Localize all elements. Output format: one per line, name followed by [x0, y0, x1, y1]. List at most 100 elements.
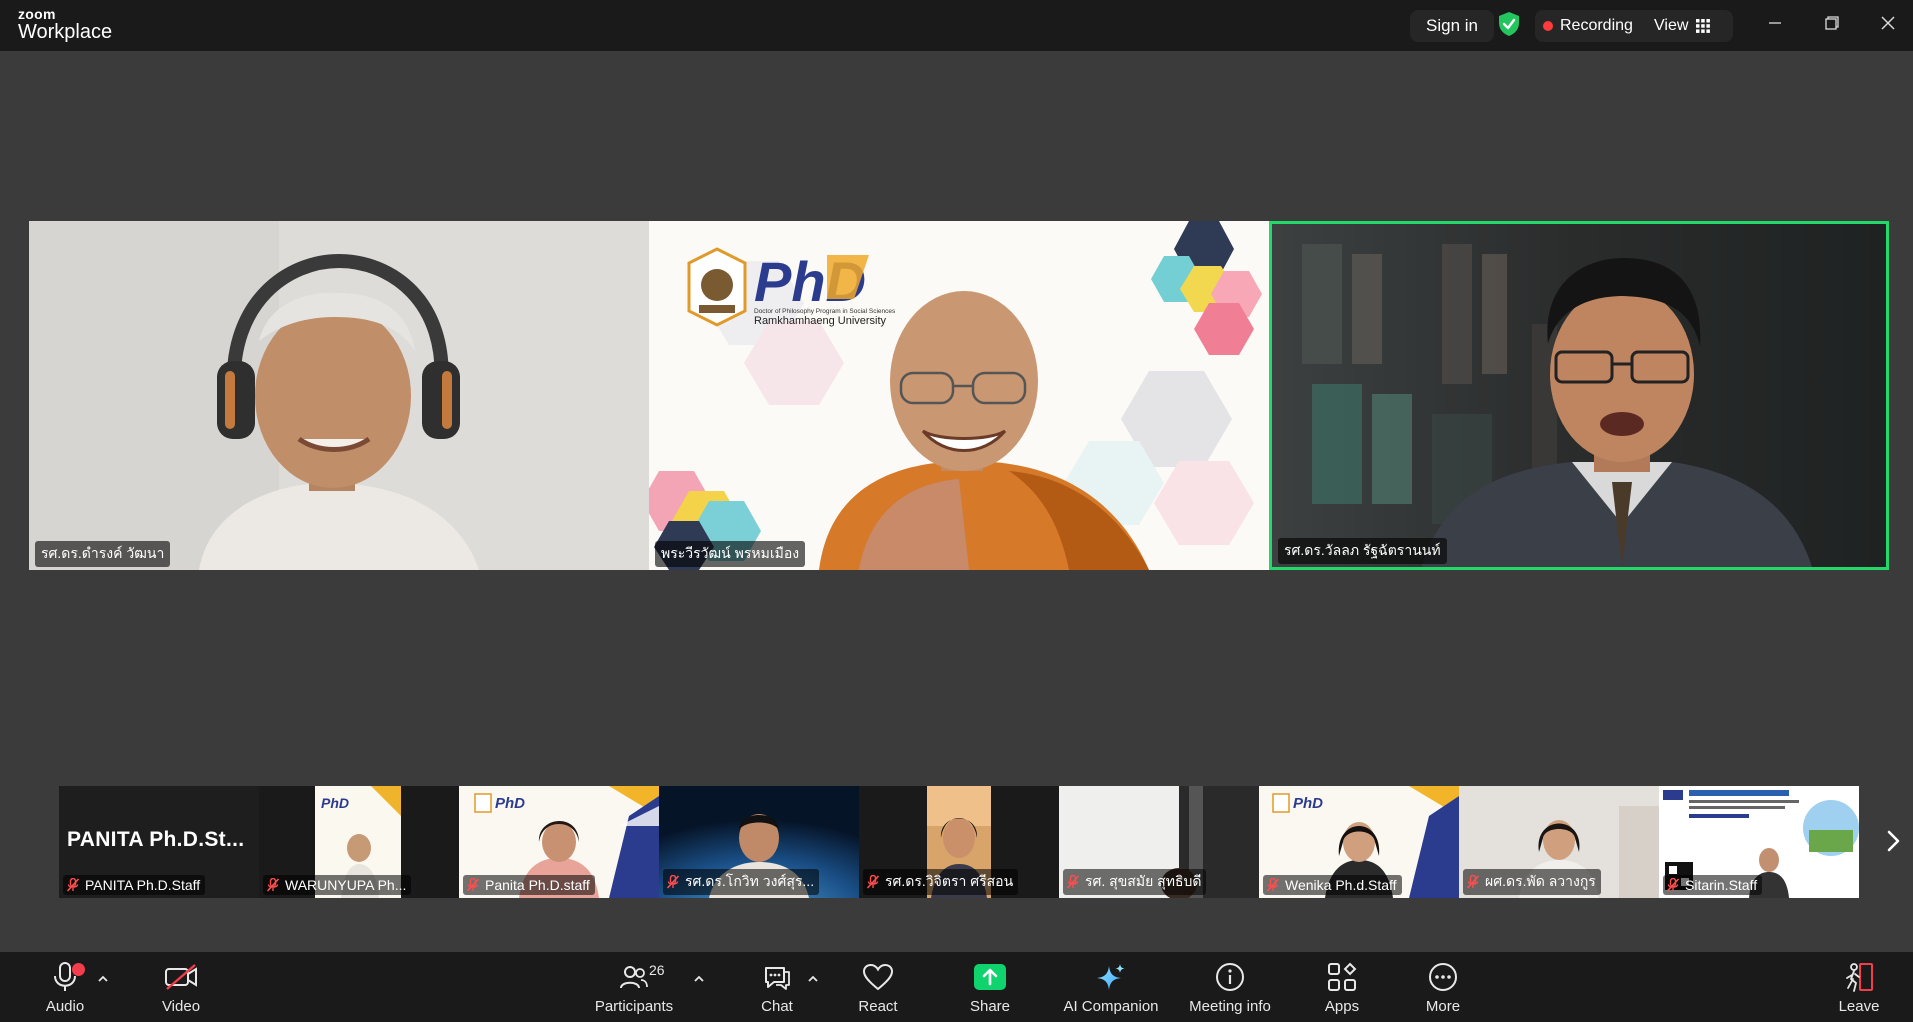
participant-name: ผศ.ดร.พัด ลวางกูร — [1485, 873, 1596, 889]
meeting-info-label: Meeting info — [1189, 998, 1271, 1015]
restore-icon[interactable] — [1815, 10, 1849, 36]
participant-name: รศ.ดร.โกวิท วงศ์สุร... — [685, 873, 815, 889]
participant-name-label: รศ.ดร.โกวิท วงศ์สุร... — [663, 869, 820, 895]
recording-label: Recording — [1560, 17, 1633, 34]
ai-companion-button[interactable]: AI Companion — [1059, 952, 1163, 1022]
leave-button[interactable]: Leave — [1834, 952, 1884, 1022]
recording-indicator[interactable]: Recording — [1543, 10, 1633, 42]
muted-mic-icon — [667, 875, 679, 889]
meeting-info-button[interactable]: Meeting info — [1181, 952, 1279, 1022]
filmstrip-tile[interactable]: PANITA Ph.D.St... PANITA Ph.D.Staff — [59, 786, 259, 898]
status-pill: Recording View — [1535, 10, 1733, 42]
participant-name-label: พระวีรวัฒน์ พรหมเมือง — [655, 541, 806, 567]
video-off-icon — [165, 964, 197, 990]
video-tile[interactable]: รศ.ดร.ดำรงค์ วัฒนา — [29, 221, 649, 570]
recording-dot-icon — [1543, 21, 1553, 31]
logo-zoom-text: zoom — [18, 6, 56, 22]
apps-icon — [1328, 962, 1357, 991]
muted-mic-icon — [267, 878, 279, 892]
university-seal — [687, 247, 747, 327]
filmstrip-tile[interactable]: Sitarin.Staff — [1659, 786, 1859, 898]
react-label: React — [858, 998, 898, 1015]
chat-button[interactable]: Chat — [752, 952, 802, 1022]
chat-label: Chat — [761, 998, 793, 1015]
chevron-up-icon[interactable] — [806, 974, 820, 984]
share-button[interactable]: Share — [965, 952, 1015, 1022]
svg-text:Doctor of Philosophy Program i: Doctor of Philosophy Program in Social S… — [754, 308, 896, 315]
participant-name-label: รศ. สุขสมัย สุทธิบดี — [1063, 869, 1207, 895]
muted-mic-icon — [467, 878, 479, 892]
share-screen-icon — [974, 964, 1006, 990]
participant-name: รศ.ดร.วิจิตรา ศรีสอน — [885, 873, 1014, 889]
chevron-up-icon[interactable] — [692, 974, 706, 984]
participant-filmstrip: PANITA Ph.D.St... PANITA Ph.D.Staff PhD — [59, 786, 1859, 898]
svg-text:PhD: PhD — [495, 795, 525, 812]
apps-label: Apps — [1324, 998, 1360, 1015]
close-icon[interactable] — [1871, 10, 1905, 36]
apps-button[interactable]: Apps — [1317, 952, 1367, 1022]
more-label: More — [1425, 998, 1461, 1015]
participant-name-card: PANITA Ph.D.St... — [67, 828, 245, 851]
filmstrip-tile[interactable]: รศ. สุขสมัย สุทธิบดี — [1059, 786, 1259, 898]
title-bar: zoom Workplace Sign in Recording View — [0, 0, 1913, 51]
leave-label: Leave — [1838, 998, 1880, 1015]
filmstrip-tile[interactable]: ผศ.ดร.พัด ลวางกูร — [1459, 786, 1659, 898]
svg-text:PhD: PhD — [1293, 795, 1323, 812]
muted-mic-icon — [1067, 875, 1079, 889]
participant-name: PANITA Ph.D.Staff — [85, 877, 201, 893]
ai-companion-label: AI Companion — [1063, 998, 1159, 1015]
filmstrip-tile[interactable]: PhD WARUNYUPA Ph... — [259, 786, 459, 898]
muted-mic-icon — [1267, 878, 1279, 892]
filmstrip-tile[interactable]: รศ.ดร.วิจิตรา ศรีสอน — [859, 786, 1059, 898]
audio-button[interactable]: Audio — [40, 952, 90, 1022]
participant-name-label: PANITA Ph.D.Staff — [63, 875, 206, 895]
heart-icon — [862, 963, 894, 991]
participants-label: Participants — [594, 998, 674, 1015]
muted-mic-icon — [67, 878, 79, 892]
audio-label: Audio — [45, 998, 85, 1015]
participant-name-label: รศ.ดร.ดำรงค์ วัฒนา — [35, 541, 171, 567]
chevron-up-icon[interactable] — [96, 974, 110, 984]
participant-name: Panita Ph.D.staff — [485, 877, 590, 893]
notification-badge — [72, 963, 85, 976]
video-button[interactable]: Video — [156, 952, 206, 1022]
svg-text:PhD: PhD — [321, 795, 349, 811]
video-label: Video — [161, 998, 201, 1015]
zoom-workplace-logo: zoom Workplace — [18, 7, 112, 42]
more-button[interactable]: More — [1418, 952, 1468, 1022]
participant-name: Wenika Ph.d.Staff — [1285, 877, 1397, 893]
sign-in-button[interactable]: Sign in — [1410, 10, 1494, 42]
muted-mic-icon — [1667, 878, 1679, 892]
participants-button[interactable]: 26 Participants — [589, 952, 679, 1022]
filmstrip-tile[interactable]: PhD Wenika Ph.d.Staff — [1259, 786, 1459, 898]
participant-name-label: ผศ.ดร.พัด ลวางกูร — [1463, 869, 1601, 895]
participant-name-label: WARUNYUPA Ph... — [263, 875, 412, 895]
react-button[interactable]: React — [853, 952, 903, 1022]
participant-name: Sitarin.Staff — [1685, 877, 1758, 893]
participant-name-label: Sitarin.Staff — [1663, 875, 1763, 895]
minimize-icon[interactable] — [1758, 10, 1792, 36]
participants-icon — [620, 966, 648, 989]
filmstrip-tile[interactable]: รศ.ดร.โกวิท วงศ์สุร... — [659, 786, 859, 898]
participant-name: รศ. สุขสมัย สุทธิบดี — [1085, 873, 1202, 889]
leave-icon — [1846, 963, 1873, 992]
participant-name-label: Wenika Ph.d.Staff — [1263, 875, 1402, 895]
video-tile[interactable]: PhD Doctor of Philosophy Program in Soci… — [649, 221, 1269, 570]
participant-video-image: PhD Doctor of Philosophy Program in Soci… — [649, 221, 1269, 570]
view-label: View — [1654, 17, 1689, 34]
filmstrip-tile[interactable]: PhD Panita Ph.D.staff — [459, 786, 659, 898]
participant-name-label: Panita Ph.D.staff — [463, 875, 595, 895]
participant-name-label: รศ.ดร.วัลลภ รัฐฉัตรานนท์ — [1278, 538, 1447, 564]
participant-video-image — [1272, 224, 1886, 567]
video-tile-active-speaker[interactable]: รศ.ดร.วัลลภ รัฐฉัตรานนท์ — [1269, 221, 1889, 570]
participant-name-label: รศ.ดร.วิจิตรา ศรีสอน — [863, 869, 1019, 895]
logo-workplace-text: Workplace — [18, 21, 113, 43]
view-button[interactable]: View — [1654, 10, 1711, 42]
encryption-shield-icon[interactable] — [1497, 11, 1521, 37]
more-icon — [1429, 963, 1457, 991]
muted-mic-icon — [1467, 875, 1479, 889]
participant-count: 26 — [649, 962, 665, 978]
chevron-right-icon[interactable] — [1883, 828, 1903, 854]
info-icon — [1216, 963, 1244, 991]
muted-mic-icon — [867, 875, 879, 889]
